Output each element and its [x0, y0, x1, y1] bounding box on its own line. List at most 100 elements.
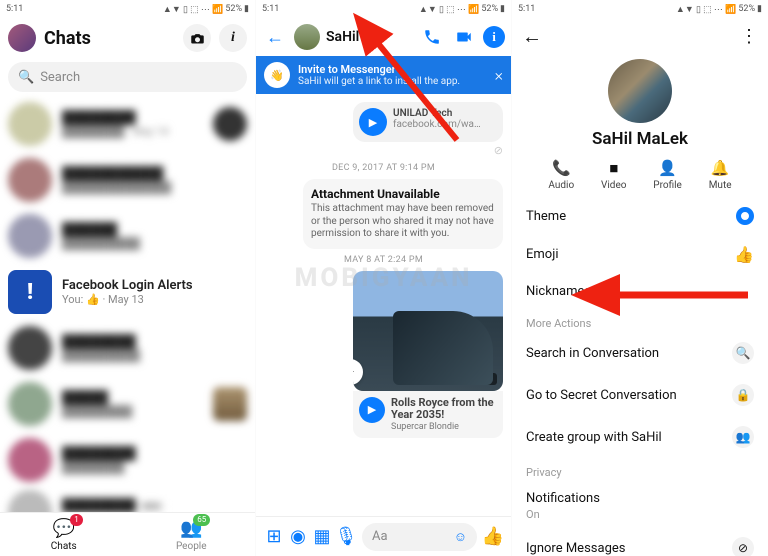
option-ignore[interactable]: Ignore Messages⊘ [512, 527, 768, 556]
page-title: Chats [44, 28, 175, 49]
section-privacy: Privacy [512, 458, 768, 481]
notifications-state: On [512, 508, 768, 527]
login-alerts-row[interactable]: ! Facebook Login Alerts You: 👍 · May 13 [0, 264, 255, 320]
theme-ring-icon [736, 207, 754, 225]
my-avatar[interactable] [8, 24, 36, 52]
option-create-group[interactable]: Create group with SaHil👥 [512, 416, 768, 458]
option-secret[interactable]: Go to Secret Conversation🔒 [512, 374, 768, 416]
video-duration: 3:35 [472, 373, 497, 385]
group-icon: 👥 [732, 426, 754, 448]
message-attachment[interactable]: Attachment Unavailable This attachment m… [303, 179, 503, 249]
video-action[interactable]: ■Video [601, 159, 626, 191]
chat-row[interactable]: █████████████████████████ [0, 152, 255, 208]
settings-header: ← ⋮ [512, 18, 768, 55]
people-badge: 65 [193, 514, 210, 526]
back-button[interactable]: ← [522, 24, 542, 49]
invite-avatar-icon: 👋 [264, 62, 290, 88]
status-time: 5:11 [6, 4, 23, 14]
timestamp: MAY 8 AT 2:24 PM [264, 255, 503, 265]
chat-row[interactable]: ██████████████ [0, 376, 255, 432]
conv-header: ← SaHil i [256, 18, 511, 56]
chats-badge: 1 [70, 514, 83, 526]
call-button[interactable] [419, 24, 445, 50]
video-thumb: ➤ 3:35 [353, 271, 503, 391]
chat-row[interactable]: ██████████████████ [0, 320, 255, 376]
contact-avatar[interactable] [294, 24, 320, 50]
contact-avatar[interactable] [608, 59, 672, 123]
new-badge: NEW [139, 501, 164, 513]
bottom-nav: 💬1 Chats 👥65 People [0, 512, 255, 556]
video-card[interactable]: ▶ Rolls Royce from the Year 2035! Superc… [353, 391, 503, 438]
camera-button[interactable]: ◉ [286, 526, 310, 547]
attach-title: Attachment Unavailable [311, 187, 495, 201]
back-button[interactable]: ← [262, 24, 288, 50]
nav-chats[interactable]: 💬1 Chats [0, 513, 128, 556]
like-icon: 👍 [734, 245, 754, 264]
ignore-icon: ⊘ [732, 537, 754, 556]
profile-action[interactable]: 👤Profile [653, 159, 682, 191]
play-icon[interactable] [411, 315, 445, 349]
option-emoji[interactable]: Emoji👍 [512, 235, 768, 274]
video-call-button[interactable] [451, 24, 477, 50]
status-right: ▲▼ ▯ ⬚ ⋯ 📶 52%▮ [163, 4, 249, 15]
lock-icon: 🔒 [732, 384, 754, 406]
nav-people[interactable]: 👥65 People [128, 513, 256, 556]
phone-icon: 📞 [552, 159, 570, 177]
status-bar: 5:11 ▲▼ ▯ ⬚ ⋯ 📶52%▮ [256, 0, 511, 18]
people-icon: 👥65 [180, 518, 202, 540]
section-more: More Actions [512, 309, 768, 332]
search-icon: 🔍 [18, 70, 34, 85]
option-theme[interactable]: Theme [512, 197, 768, 235]
mute-action[interactable]: 🔔Mute [709, 159, 732, 191]
message-link[interactable]: ▶ UNILAD Techfacebook.com/wa… [353, 102, 503, 142]
messages-area[interactable]: ▶ UNILAD Techfacebook.com/wa… ⊘ DEC 9, 2… [256, 94, 511, 484]
search-icon: 🔍 [732, 342, 754, 364]
login-alert-title: Facebook Login Alerts [62, 278, 247, 294]
shield-icon: ! [8, 270, 52, 314]
profile-block: SaHil MaLek [512, 59, 768, 149]
audio-action[interactable]: 📞Audio [548, 159, 574, 191]
play-icon: ▶ [359, 108, 387, 136]
search-input[interactable]: 🔍 Search [8, 62, 247, 92]
status-bar: 5:11 ▲▼ ▯ ⬚ ⋯ 📶 52%▮ [0, 0, 255, 18]
chat-row[interactable]: ████████████████ [0, 432, 255, 488]
like-button[interactable]: 👍 [481, 526, 505, 547]
option-search[interactable]: Search in Conversation🔍 [512, 332, 768, 374]
mic-button[interactable]: 🎙 [334, 526, 358, 547]
chat-row[interactable]: ████████████████ · May 14 [0, 96, 255, 152]
invite-banner[interactable]: 👋 Invite to Messenger SaHil will get a l… [256, 56, 511, 94]
info-button[interactable]: i [483, 26, 505, 48]
conversation-pane: 5:11 ▲▼ ▯ ⬚ ⋯ 📶52%▮ ← SaHil i 👋 Invite t… [256, 0, 512, 556]
bell-icon: 🔔 [711, 159, 729, 177]
timestamp: DEC 9, 2017 AT 9:14 PM [264, 163, 503, 173]
message-video[interactable]: ➤ 3:35 ▶ Rolls Royce from the Year 2035!… [353, 271, 503, 438]
invite-sub: SaHil will get a link to install the app… [298, 76, 460, 87]
contact-name: SaHil MaLek [592, 129, 688, 149]
chats-header: Chats i [0, 18, 255, 58]
emoji-button[interactable]: ☺ [454, 529, 467, 545]
chat-row[interactable]: ████████████████ [0, 208, 255, 264]
profile-icon: 👤 [659, 159, 677, 177]
chat-icon: 💬1 [53, 518, 75, 540]
apps-button[interactable]: ⊞ [262, 526, 286, 547]
share-button[interactable]: ➤ [353, 359, 363, 385]
seen-icon: ⊘ [264, 144, 503, 157]
more-button[interactable]: ⋮ [740, 26, 758, 47]
camera-button[interactable] [183, 24, 211, 52]
message-input[interactable]: Aa ☺ [362, 523, 477, 551]
quick-actions: 📞Audio ■Video 👤Profile 🔔Mute [535, 159, 745, 191]
option-nicknames[interactable]: Nicknames [512, 274, 768, 309]
contact-settings-pane: 5:11 ▲▼ ▯ ⬚ ⋯ 📶52%▮ ← ⋮ SaHil MaLek 📞Aud… [512, 0, 768, 556]
login-alert-sub: You: 👍 · May 13 [62, 293, 247, 306]
play-icon: ▶ [359, 397, 385, 423]
gallery-button[interactable]: ▦ [310, 526, 334, 547]
video-icon: ■ [605, 159, 623, 177]
status-bar: 5:11 ▲▼ ▯ ⬚ ⋯ 📶52%▮ [512, 0, 768, 18]
contact-name[interactable]: SaHil [326, 29, 413, 45]
composer: ⊞ ◉ ▦ 🎙 Aa ☺ 👍 [256, 516, 511, 556]
option-notifications[interactable]: Notifications [512, 481, 768, 508]
attach-body: This attachment may have been removed or… [311, 203, 495, 241]
close-icon[interactable]: × [495, 66, 503, 85]
invite-title: Invite to Messenger [298, 63, 460, 76]
compose-button[interactable]: i [219, 24, 247, 52]
